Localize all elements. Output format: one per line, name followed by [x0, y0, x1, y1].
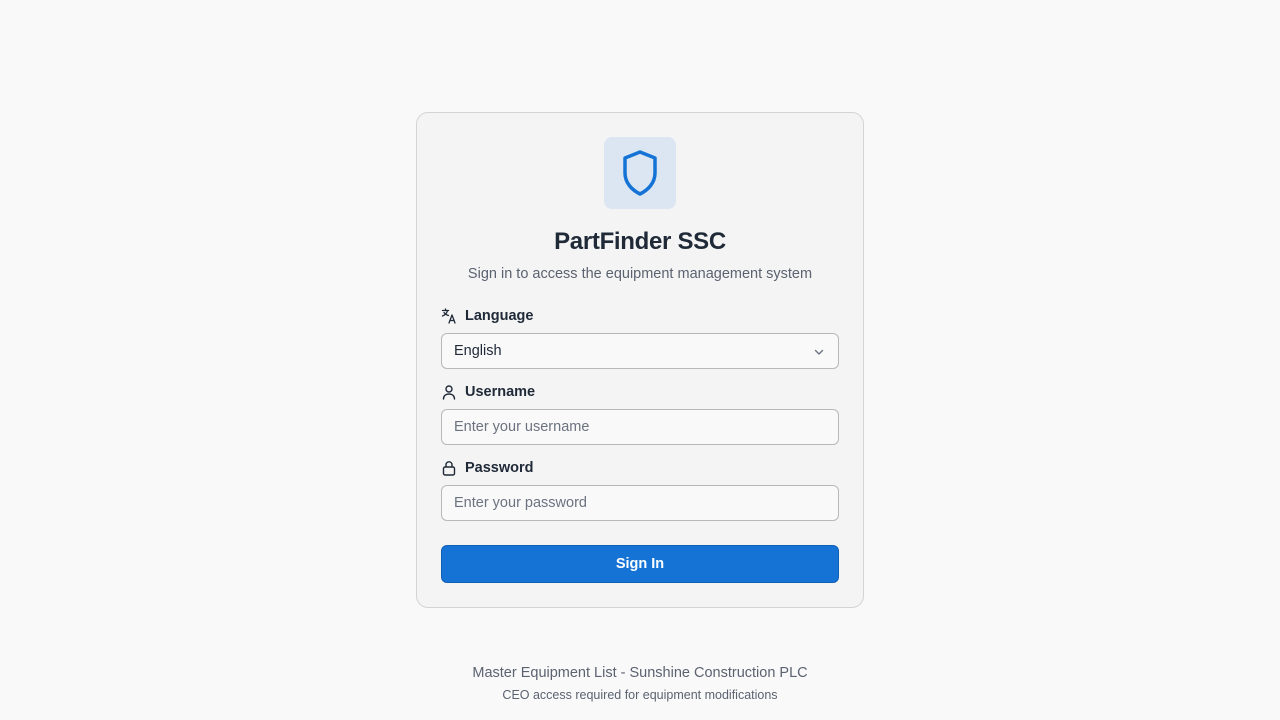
sign-in-button[interactable]: Sign In: [441, 545, 839, 583]
password-label: Password: [441, 460, 534, 476]
language-label: Language: [441, 308, 533, 324]
translate-icon: [441, 308, 457, 324]
language-selected-value: English: [454, 343, 502, 359]
footer-note: CEO access required for equipment modifi…: [502, 688, 778, 702]
page-subtitle: Sign in to access the equipment manageme…: [467, 266, 813, 282]
password-field-wrapper: [441, 485, 839, 521]
page-title: PartFinder SSC: [554, 228, 726, 255]
chevron-down-icon: [814, 349, 824, 355]
shield-icon: [623, 150, 657, 196]
language-select[interactable]: English: [441, 333, 839, 369]
username-label: Username: [441, 384, 535, 400]
lock-icon: [441, 460, 457, 476]
user-icon: [441, 384, 457, 400]
username-label-text: Username: [465, 384, 536, 400]
password-input[interactable]: [454, 486, 826, 520]
login-card: PartFinder SSC Sign in to access the equ…: [416, 112, 864, 608]
language-label-text: Language: [465, 308, 534, 324]
password-label-text: Password: [465, 460, 534, 476]
username-input[interactable]: [454, 410, 826, 444]
footer-company: Master Equipment List - Sunshine Constru…: [472, 665, 808, 681]
logo-badge: [604, 137, 676, 209]
username-field-wrapper: [441, 409, 839, 445]
